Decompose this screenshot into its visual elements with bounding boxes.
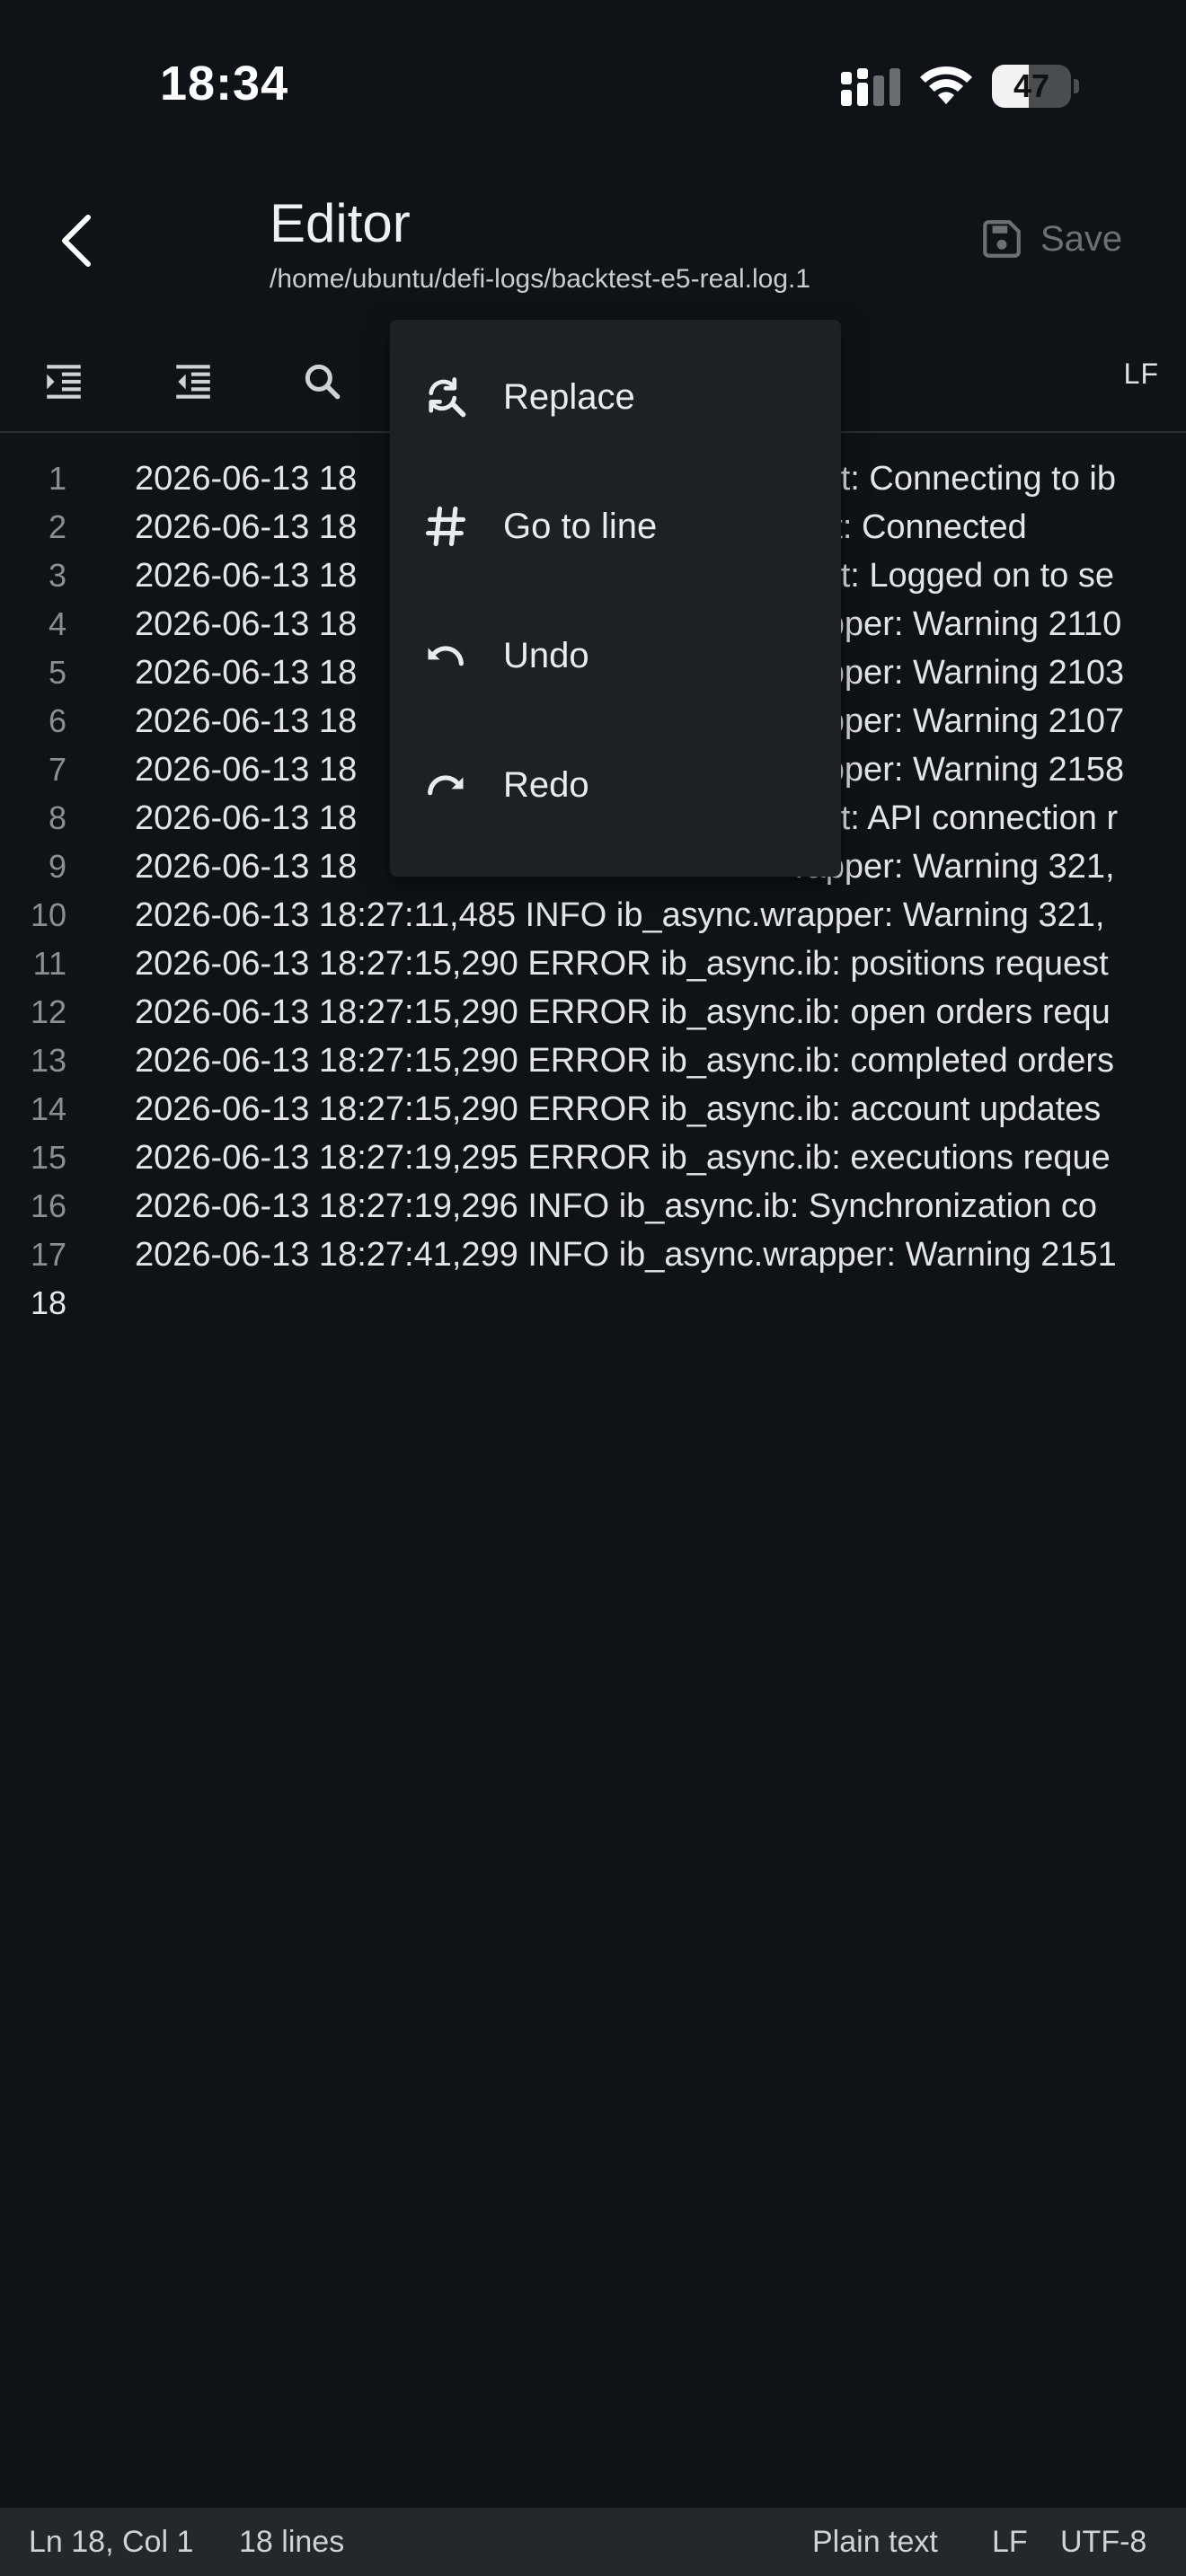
line-number: 10 [30, 896, 66, 933]
line-text: 2026-06-13 18 [135, 654, 358, 692]
editor-status-bar: Ln 18, Col 1 18 lines Plain text LF UTF-… [0, 2508, 1186, 2576]
editor-line: 12 2026-06-13 18:27:15,290 ERROR ib_async… [0, 988, 1186, 1037]
line-number: 12 [30, 993, 66, 1030]
line-number: 6 [48, 702, 66, 739]
battery-percent: 47 [1013, 67, 1050, 104]
line-text: 2026-06-13 18 [135, 508, 358, 546]
line-text: 2026-06-13 18:27:15,290 ERROR ib_async.i… [135, 945, 1109, 983]
editor-line: 18 [0, 1279, 1186, 1328]
system-status-bar: 18:34 47 [0, 0, 1186, 171]
line-number: 9 [48, 848, 66, 885]
line-number: 5 [48, 654, 66, 691]
editor-line: 10 2026-06-13 18:27:11,485 INFO ib_async.… [0, 891, 1186, 940]
editor-line: 16 2026-06-13 18:27:19,296 INFO ib_async.… [0, 1182, 1186, 1231]
search-icon [305, 364, 341, 400]
menu-item-redo[interactable]: Redo [390, 720, 841, 850]
line-number: 1 [48, 460, 66, 497]
file-path: /home/ubuntu/defi-logs/backtest-e5-real.… [270, 264, 811, 294]
line-text-continued: rapper: Warning 2103 [795, 654, 1125, 692]
cursor-position: Ln 18, Col 1 [29, 2525, 194, 2559]
menu-label-undo: Undo [503, 635, 589, 675]
line-text-continued: rapper: Warning 321, [795, 848, 1115, 886]
line-text: 2026-06-13 18 [135, 848, 358, 886]
status-time: 18:34 [160, 57, 289, 110]
save-label: Save [1040, 218, 1123, 259]
language-mode[interactable]: Plain text [812, 2508, 938, 2576]
battery-cap [1074, 79, 1079, 93]
find-replace-icon [429, 377, 466, 418]
line-text: 2026-06-13 18:27:15,290 ERROR ib_async.i… [135, 1042, 1114, 1080]
overflow-menu: Replace Go to line Undo Redo [390, 320, 841, 877]
line-number: 2 [48, 508, 66, 545]
line-text-continued: ient: Connecting to ib [795, 460, 1117, 498]
line-text-continued: rapper: Warning 2107 [795, 702, 1125, 740]
line-text: 2026-06-13 18:27:15,290 ERROR ib_async.i… [135, 993, 1111, 1031]
menu-label-go-to-line: Go to line [503, 506, 658, 546]
menu-item-go-to-line[interactable]: Go to line [390, 462, 841, 591]
editor-line: 17 2026-06-13 18:27:41,299 INFO ib_async.… [0, 1231, 1186, 1279]
editor-line: 15 2026-06-13 18:27:19,295 ERROR ib_async… [0, 1134, 1186, 1182]
save-button[interactable]: Save [979, 212, 1122, 266]
line-number: 7 [48, 751, 66, 788]
hash-icon [425, 506, 466, 547]
line-number: 3 [48, 557, 66, 594]
undo-icon [428, 646, 464, 666]
line-number: 15 [30, 1139, 66, 1176]
line-text: 2026-06-13 18:27:19,296 INFO ib_async.ib… [135, 1187, 1097, 1225]
line-number: 14 [30, 1090, 66, 1127]
chevron-left-icon [62, 215, 91, 267]
back-button[interactable] [43, 207, 111, 275]
line-text: 2026-06-13 18 [135, 751, 358, 789]
line-number: 8 [48, 799, 66, 836]
cellular-signal-icon [841, 68, 900, 106]
line-text: 2026-06-13 18:27:19,295 ERROR ib_async.i… [135, 1139, 1111, 1177]
line-text: 2026-06-13 18 [135, 799, 358, 837]
line-text: 2026-06-13 18 [135, 702, 358, 740]
battery-indicator: 47 [992, 65, 1079, 108]
editor-line: 13 2026-06-13 18:27:15,290 ERROR ib_async… [0, 1037, 1186, 1085]
editor-line: 14 2026-06-13 18:27:15,290 ERROR ib_async… [0, 1085, 1186, 1134]
line-text: 2026-06-13 18:27:15,290 ERROR ib_async.i… [135, 1090, 1102, 1128]
floppy-disk-icon [983, 220, 1021, 258]
line-text-continued: rapper: Warning 2158 [795, 751, 1125, 789]
wifi-icon [920, 66, 972, 104]
editor-line: 11 2026-06-13 18:27:15,290 ERROR ib_async… [0, 940, 1186, 988]
line-ending-toggle[interactable]: LF [1124, 357, 1159, 391]
line-number: 13 [30, 1042, 66, 1079]
indent-decrease-icon [176, 365, 210, 399]
line-text-continued: rapper: Warning 2110 [795, 605, 1122, 643]
line-text: 2026-06-13 18:27:41,299 INFO ib_async.wr… [135, 1236, 1117, 1274]
line-text-continued: ient: Logged on to se [795, 557, 1114, 595]
line-text: 2026-06-13 18 [135, 460, 358, 498]
indent-increase-icon [47, 365, 81, 399]
line-number: 16 [30, 1187, 66, 1224]
menu-item-undo[interactable]: Undo [390, 591, 841, 720]
indent-button[interactable] [34, 352, 93, 411]
search-button[interactable] [293, 352, 352, 411]
line-number: 18 [30, 1284, 66, 1321]
line-number: 11 [32, 945, 66, 982]
line-text: 2026-06-13 18 [135, 605, 358, 643]
line-ending-indicator[interactable]: LF [992, 2508, 1028, 2576]
menu-label-replace: Replace [503, 376, 635, 417]
line-text-continued: ient: API connection r [795, 799, 1119, 837]
menu-item-replace[interactable]: Replace [390, 332, 841, 462]
line-text: 2026-06-13 18:27:11,485 INFO ib_async.wr… [135, 896, 1105, 934]
line-number: 17 [30, 1236, 66, 1273]
editor-screen: 18:34 47 Editor /home/ubuntu/defi-logs/b… [0, 0, 1186, 2576]
encoding-indicator[interactable]: UTF-8 [1060, 2508, 1146, 2576]
app-bar: Editor /home/ubuntu/defi-logs/backtest-e… [0, 171, 1186, 314]
line-text: 2026-06-13 18 [135, 557, 358, 595]
outdent-button[interactable] [164, 352, 223, 411]
line-count: 18 lines [239, 2525, 345, 2559]
page-title: Editor [270, 193, 411, 253]
line-number: 4 [48, 605, 66, 642]
menu-label-redo: Redo [503, 764, 589, 805]
redo-icon [428, 775, 464, 796]
battery-body: 47 [992, 65, 1071, 108]
